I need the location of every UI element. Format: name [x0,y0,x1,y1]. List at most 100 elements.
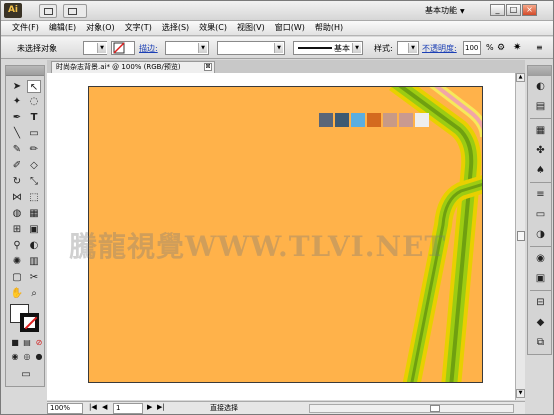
scroll-up-icon[interactable]: ▲ [516,73,525,82]
rotate-tool-icon[interactable]: ↻ [10,175,24,188]
tools-panel: ➤ ↖ ✦ ◌ ✒ T ╲ ▭ ✎ ✏ ✐ ◇ ↻ ⤡ ⋈ ⬚ ◍ ▦ ⊞ ▣ … [5,65,45,387]
stroke-weight-field[interactable]: ▼ [165,41,209,55]
arrange-documents-button[interactable] [63,4,87,18]
menu-help[interactable]: 帮助(H) [310,22,348,34]
free-transform-tool-icon[interactable]: ⬚ [27,191,41,204]
symbol-sprayer-tool-icon[interactable]: ✺ [10,255,24,268]
selection-tool-icon[interactable]: ➤ [10,80,24,93]
chevron-down-icon: ▼ [408,43,417,53]
variable-width-dropdown[interactable]: ▼ [217,41,285,55]
menu-window[interactable]: 窗口(W) [270,22,310,34]
palette-swatch [319,113,333,127]
draw-inside-icon[interactable]: ● [32,350,46,363]
slice-tool-icon[interactable]: ✂ [27,271,41,284]
graphic-style-dropdown[interactable]: ▼ [397,41,419,55]
opacity-field[interactable]: 100 [463,41,481,55]
type-tool-icon[interactable]: T [27,111,41,124]
menu-edit[interactable]: 编辑(E) [44,22,81,34]
color-panel-icon[interactable]: ◐ [533,80,548,94]
column-graph-tool-icon[interactable]: ▥ [27,255,41,268]
eyedropper-tool-icon[interactable]: ⚲ [10,239,24,252]
dock-header[interactable] [528,66,551,76]
panel-menu-icon[interactable]: ≡ [536,43,543,52]
transparency-panel-icon[interactable]: ◑ [533,228,548,242]
eraser-tool-icon[interactable]: ◇ [27,159,41,172]
align-panel-icon[interactable]: ⊟ [533,296,548,310]
close-window-button[interactable]: × [522,4,537,16]
pencil-tool-icon[interactable]: ✏ [27,143,41,156]
scale-tool-icon[interactable]: ⤡ [27,175,41,188]
menu-effect[interactable]: 效果(C) [194,22,232,34]
color-guide-icon[interactable]: ▤ [533,100,548,114]
stroke-panel-link[interactable]: 描边: [139,43,158,54]
menu-type[interactable]: 文字(T) [120,22,157,34]
menu-file[interactable]: 文件(F) [7,22,44,34]
transform-icon[interactable]: ✷ [513,42,521,53]
opacity-panel-link[interactable]: 不透明度: [422,43,457,54]
none-mode-icon[interactable]: ⊘ [32,336,46,349]
blend-tool-icon[interactable]: ◐ [27,239,41,252]
workspace-switcher[interactable]: 基本功能 ▼ [425,5,465,16]
gradient-tool-icon[interactable]: ▣ [27,223,41,236]
close-icon[interactable]: ⊠ [204,63,212,71]
menu-object[interactable]: 对象(O) [81,22,120,34]
menu-view[interactable]: 视图(V) [232,22,270,34]
brushes-panel-icon[interactable]: ✤ [533,144,548,158]
zoom-level-field[interactable]: 100% [47,403,83,414]
perspective-grid-tool-icon[interactable]: ▦ [27,207,41,220]
mesh-tool-icon[interactable]: ⊞ [10,223,24,236]
maximize-button[interactable]: □ [506,4,521,16]
stroke-panel-icon[interactable]: ≡ [533,188,548,202]
next-artboard-icon[interactable]: ▶ [147,403,152,411]
menu-bar: 文件(F) 编辑(E) 对象(O) 文字(T) 选择(S) 效果(C) 视图(V… [1,21,553,36]
stroke-preview-line [298,47,332,49]
document-setup-icon[interactable]: ⚙ [497,43,505,53]
vertical-scroll-thumb[interactable] [517,231,525,241]
dock-divider [530,118,551,119]
blob-brush-tool-icon[interactable]: ✐ [10,159,24,172]
symbols-panel-icon[interactable]: ♠ [533,164,548,178]
layers-panel-icon[interactable]: ◆ [533,316,548,330]
illustrator-window: Ai 基本功能 ▼ _ □ × 文件(F) 编辑(E) 对象(O) 文字(T) 选… [0,0,554,415]
width-tool-icon[interactable]: ⋈ [10,191,24,204]
fill-color-dropdown[interactable]: ▼ [83,41,107,55]
last-artboard-icon[interactable]: ▶| [157,403,165,411]
document-tab[interactable]: 时尚杂志背景.ai* @ 100% (RGB/预览) ⊠ [51,61,215,73]
hand-tool-icon[interactable]: ✋ [10,287,24,300]
appearance-panel-icon[interactable]: ◉ [533,252,548,266]
minimize-button[interactable]: _ [490,4,505,16]
graphic-styles-panel-icon[interactable]: ▣ [533,272,548,286]
palette-swatch [335,113,349,127]
zoom-tool-icon[interactable]: ⌕ [27,287,41,300]
artboard-number-field[interactable]: 1 [113,403,143,414]
gradient-panel-icon[interactable]: ▭ [533,208,548,222]
panel-dock: ◐ ▤ ▦ ✤ ♠ ≡ ▭ ◑ ◉ ▣ ⊟ ◆ ⧉ [527,65,552,355]
tools-panel-header[interactable] [6,66,44,76]
horizontal-scrollbar[interactable] [309,404,514,413]
magic-wand-tool-icon[interactable]: ✦ [10,95,24,108]
artboard-tool-icon[interactable]: ▢ [10,271,24,284]
horizontal-scroll-thumb[interactable] [430,405,440,412]
swatches-panel-icon[interactable]: ▦ [533,124,548,138]
first-artboard-icon[interactable]: |◀ [89,403,97,411]
scroll-down-icon[interactable]: ▼ [516,389,525,398]
previous-artboard-icon[interactable]: ◀ [102,403,107,411]
paintbrush-tool-icon[interactable]: ✎ [10,143,24,156]
current-tool-status[interactable]: 直接选择 [210,403,238,413]
document-tab-bar: 时尚杂志背景.ai* @ 100% (RGB/预览) ⊠ [47,60,525,73]
stroke-color-dropdown[interactable] [111,41,135,55]
rectangle-tool-icon[interactable]: ▭ [27,127,41,140]
line-tool-icon[interactable]: ╲ [10,127,24,140]
lasso-tool-icon[interactable]: ◌ [27,95,41,108]
pen-tool-icon[interactable]: ✒ [10,111,24,124]
stroke-swatch[interactable] [20,313,39,332]
vertical-scrollbar[interactable]: ▲ ▼ [515,73,525,400]
screen-mode-icon[interactable]: ▭ [18,368,34,381]
artboards-panel-icon[interactable]: ⧉ [533,336,548,350]
fill-stroke-widget[interactable] [10,304,40,332]
bridge-button[interactable] [39,4,57,18]
menu-select[interactable]: 选择(S) [157,22,194,34]
direct-selection-tool-icon[interactable]: ↖ [27,80,41,93]
shape-builder-tool-icon[interactable]: ◍ [10,207,24,220]
brush-definition-dropdown[interactable]: 基本 ▼ [293,41,363,55]
